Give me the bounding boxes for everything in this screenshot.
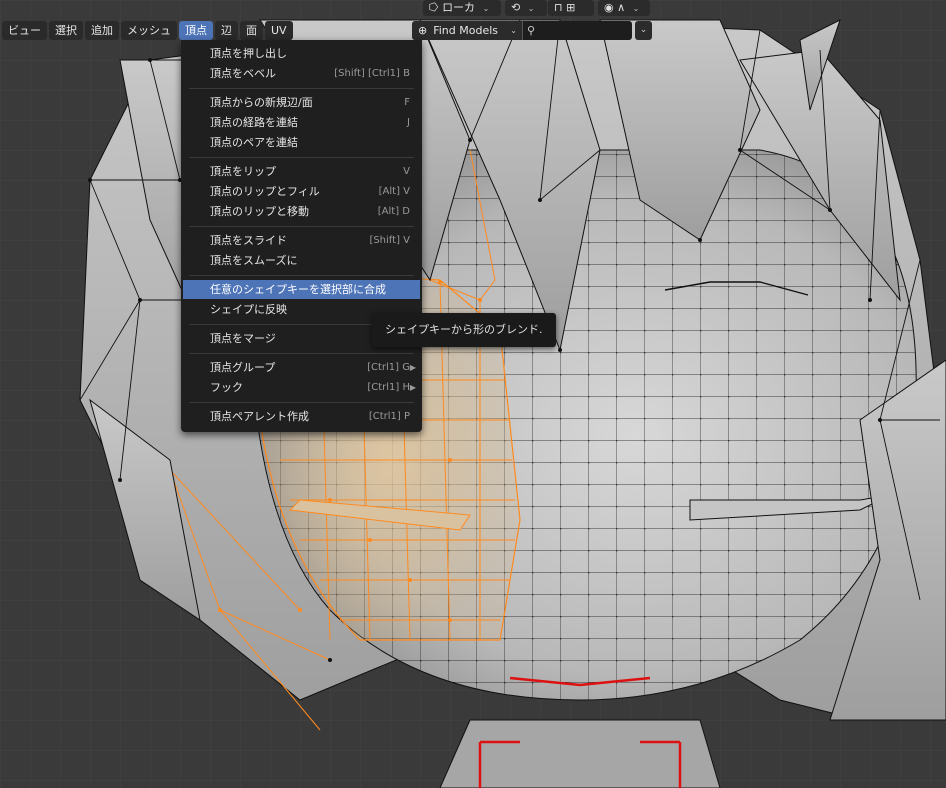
proportional-editing-toggle[interactable]: ◉ ∧ ⌄ xyxy=(598,0,650,16)
vertex-menu: 頂点を押し出し 頂点をベベル [Shift] [Ctrl1] B 頂点からの新規… xyxy=(181,40,422,432)
menu-separator xyxy=(189,353,414,354)
find-models-search-input[interactable]: ⚲ xyxy=(522,21,632,40)
proportional-icon: ◉ xyxy=(604,1,614,14)
menu-item-label: 頂点をスライド xyxy=(210,234,287,247)
menu-item-shortcut: F xyxy=(404,97,410,108)
menu-item-shortcut: [Alt] V xyxy=(378,186,410,197)
chevron-down-icon: ⌄ xyxy=(527,4,535,13)
menu-mesh[interactable]: メッシュ xyxy=(121,21,177,40)
menu-vertex[interactable]: 頂点 xyxy=(179,21,213,40)
menu-item-label: 頂点のペアを連結 xyxy=(210,136,298,149)
menu-separator xyxy=(189,402,414,403)
menu-item-label: 頂点をスムーズに xyxy=(210,254,298,267)
menu-separator xyxy=(189,275,414,276)
menu-item-shortcut: J xyxy=(407,117,410,128)
find-models-label: Find Models xyxy=(433,24,499,37)
menu-item-shortcut: [Shift] V xyxy=(369,235,410,246)
mesh-wireframe xyxy=(0,0,946,788)
falloff-icon: ∧ xyxy=(617,1,626,14)
menu-item-new-edge-face[interactable]: 頂点からの新規辺/面 F xyxy=(183,93,420,112)
menu-item-connect-path[interactable]: 頂点の経路を連結 J xyxy=(183,113,420,132)
snap-target-icon: ⊞ xyxy=(566,1,576,14)
menu-uv[interactable]: UV xyxy=(265,21,293,40)
menu-item-rip-fill[interactable]: 頂点のリップとフィル [Alt] V xyxy=(183,182,420,201)
menu-item-shortcut: [Shift] [Ctrl1] B xyxy=(334,68,410,79)
menu-view[interactable]: ビュー xyxy=(2,21,47,40)
editor-menubar: ビュー 選択 追加 メッシュ 頂点 辺 面 UV xyxy=(2,21,293,40)
menu-item-shortcut: [Ctrl1] P xyxy=(368,411,410,422)
pivot-point-dropdown[interactable]: ⟲ ⌄ xyxy=(505,0,547,16)
menu-item-label: 頂点からの新規辺/面 xyxy=(210,96,313,109)
menu-item-label: シェイプに反映 xyxy=(210,303,287,316)
menu-item-make-vertex-parent[interactable]: 頂点ペアレント作成 [Ctrl1] P xyxy=(183,407,420,426)
3d-viewport[interactable] xyxy=(0,0,946,788)
menu-select[interactable]: 選択 xyxy=(49,21,83,40)
menu-item-hooks[interactable]: フック [Ctrl1] H ▶ xyxy=(183,378,420,397)
menu-item-label: 頂点をリップ xyxy=(210,165,276,178)
menu-item-slide-vertices[interactable]: 頂点をスライド [Shift] V xyxy=(183,231,420,250)
menu-separator xyxy=(189,157,414,158)
viewport-header: ⭔ ローカ ⌄ ⟲ ⌄ ⊓ ⊞ ⌄ ◉ ∧ ⌄ xyxy=(0,0,946,29)
chevron-down-icon: ⌄ xyxy=(639,25,648,35)
globe-icon: ⊕ xyxy=(418,24,428,37)
submenu-arrow-icon: ▶ xyxy=(409,383,416,392)
menu-item-label: 頂点を押し出し xyxy=(210,47,287,60)
find-models-bar: ⊕ Find Models ⌄ ⚲ ⌄ xyxy=(412,21,652,40)
menu-item-blend-from-shape[interactable]: 任意のシェイプキーを選択部に合成 xyxy=(183,280,420,299)
menu-item-shortcut: [Ctrl1] H xyxy=(367,382,410,393)
menu-item-shortcut: V xyxy=(403,166,410,177)
snap-toggle[interactable]: ⊓ ⊞ ⌄ xyxy=(548,0,594,29)
menu-item-shortcut: [Alt] D xyxy=(377,206,410,217)
orientation-icon: ⭔ xyxy=(429,1,439,14)
menu-item-connect-pairs[interactable]: 頂点のペアを連結 xyxy=(183,133,420,152)
menu-face[interactable]: 面 xyxy=(240,21,263,40)
menu-item-label: 頂点グループ xyxy=(210,361,276,374)
menu-item-label: フック xyxy=(210,381,243,394)
menu-add[interactable]: 追加 xyxy=(85,21,119,40)
chevron-down-icon: ⌄ xyxy=(632,4,640,13)
menu-item-label: 頂点の経路を連結 xyxy=(210,116,298,129)
tooltip: シェイプキーから形のブレンド. xyxy=(372,313,556,347)
chevron-down-icon: ⌄ xyxy=(510,26,517,35)
menu-item-shortcut: [Ctrl1] G xyxy=(367,362,410,373)
menu-separator xyxy=(189,226,414,227)
transform-orientation-dropdown[interactable]: ⭔ ローカ ⌄ xyxy=(423,0,501,16)
orientation-label: ローカ xyxy=(442,1,476,14)
chevron-down-icon: ⌄ xyxy=(482,4,490,13)
menu-item-bevel-vertices[interactable]: 頂点をベベル [Shift] [Ctrl1] B xyxy=(183,64,420,83)
menu-item-label: 頂点ペアレント作成 xyxy=(210,410,309,423)
magnet-icon: ⊓ xyxy=(554,1,563,14)
menu-item-rip-move[interactable]: 頂点のリップと移動 [Alt] D xyxy=(183,202,420,221)
menu-item-label: 任意のシェイプキーを選択部に合成 xyxy=(210,283,386,296)
menu-item-label: 頂点をマージ xyxy=(210,332,276,345)
menu-item-vertex-groups[interactable]: 頂点グループ [Ctrl1] G ▶ xyxy=(183,358,420,377)
menu-item-label: 頂点のリップとフィル xyxy=(210,185,320,198)
menu-separator xyxy=(189,88,414,89)
menu-item-extrude-vertices[interactable]: 頂点を押し出し xyxy=(183,44,420,63)
menu-item-label: 頂点をベベル xyxy=(210,67,276,80)
pivot-icon: ⟲ xyxy=(511,1,521,14)
menu-item-rip-vertices[interactable]: 頂点をリップ V xyxy=(183,162,420,181)
find-models-dropdown[interactable]: ⊕ Find Models ⌄ xyxy=(412,21,522,40)
menu-item-label: 頂点のリップと移動 xyxy=(210,205,309,218)
search-icon: ⚲ xyxy=(527,24,536,37)
find-models-expand-button[interactable]: ⌄ xyxy=(635,21,652,40)
submenu-arrow-icon: ▶ xyxy=(409,363,416,372)
menu-edge[interactable]: 辺 xyxy=(215,21,238,40)
menu-item-smooth-vertices[interactable]: 頂点をスムーズに xyxy=(183,251,420,270)
